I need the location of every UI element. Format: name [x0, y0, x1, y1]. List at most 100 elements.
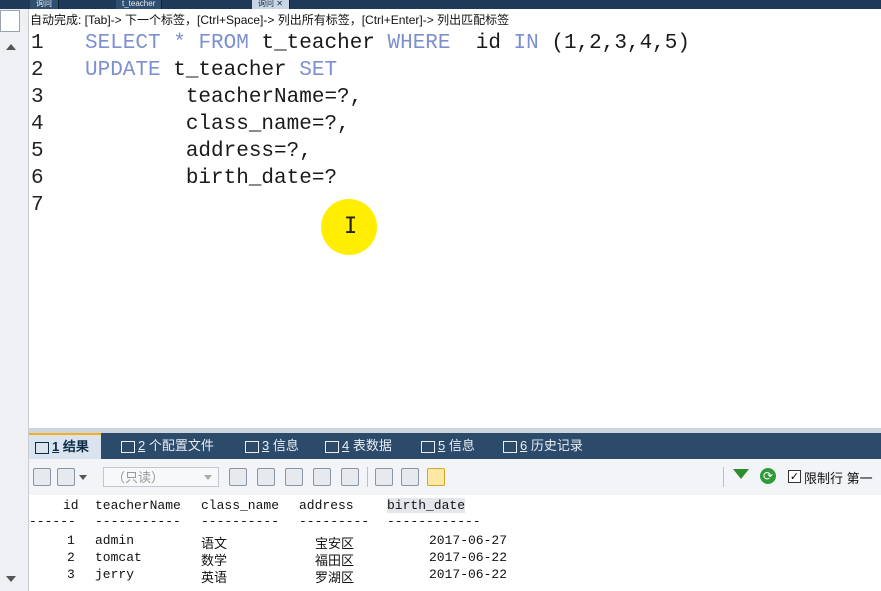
left-panel-edge: [0, 9, 29, 591]
result-tab-3[interactable]: 3 信息: [245, 433, 299, 459]
code-text: SELECT * FROM t_teacher WHERE id IN (1,2…: [85, 30, 690, 57]
tab-label: 询问: [36, 0, 52, 8]
table-cell: 2017-06-22: [429, 550, 508, 565]
result-tab-2[interactable]: 2 个配置文件: [121, 433, 214, 459]
code-token: t_teacher: [160, 59, 300, 82]
sql-keyword: SET: [299, 59, 338, 82]
table-cell: 3: [67, 567, 75, 582]
code-token: birth_date=?: [85, 167, 338, 190]
header-separator: -----------: [95, 514, 181, 529]
sql-keyword: SELECT: [85, 32, 161, 55]
code-text: class_name=?,: [85, 111, 350, 138]
save-icon[interactable]: [285, 468, 303, 486]
column-header: class_name: [201, 498, 280, 513]
table-cell: admin: [95, 533, 135, 548]
line-number: 7: [31, 194, 44, 217]
result-tab-1[interactable]: 1 结果: [29, 433, 101, 459]
result-tab-4[interactable]: 4 表数据: [325, 433, 392, 459]
limit-rows-label: 限制行 第一: [804, 471, 873, 486]
sql-editor[interactable]: 1 SELECT * FROM t_teacher WHERE id IN (1,…: [29, 30, 881, 428]
tab-number: 2: [138, 438, 146, 453]
form-view-icon[interactable]: [401, 468, 419, 486]
filter-icon[interactable]: [733, 469, 749, 479]
chevron-down-icon: [204, 475, 212, 480]
history-icon: [503, 440, 517, 453]
table-cell: 1: [67, 533, 75, 548]
sql-keyword: UPDATE: [85, 59, 161, 82]
tab-t-teacher[interactable]: t_teacher: [116, 0, 163, 9]
code-token: class_name=?,: [85, 113, 350, 136]
result-text-grid[interactable]: id teacherName class_name address birth_date…: [29, 495, 881, 591]
table-cell: 罗湖区: [315, 571, 355, 586]
result-toolbar: （只读） ⟳ ✓ 限制行 第一: [29, 459, 881, 496]
readonly-select[interactable]: （只读）: [103, 467, 219, 487]
readonly-label: （只读）: [112, 470, 165, 485]
tab-number: 4: [342, 438, 350, 453]
tab-label: 信息: [272, 438, 299, 453]
text-cursor-icon: I: [344, 214, 358, 239]
header-separator: ---------: [299, 514, 370, 529]
profile-icon: [121, 440, 135, 453]
code-text: address=?,: [85, 138, 312, 165]
view-mode-dropdown-icon[interactable]: [79, 475, 87, 480]
header-separator: ------: [29, 514, 76, 529]
text-view-icon[interactable]: [427, 468, 445, 486]
first-row-label: 第一: [846, 471, 873, 486]
header-separator: ------------: [387, 514, 481, 529]
result-grid-icon: [35, 441, 49, 454]
line-number: 4: [31, 113, 44, 136]
toolbar-divider: [723, 467, 724, 487]
limit-rows-checkbox[interactable]: ✓: [788, 470, 801, 483]
scroll-up-arrow-icon[interactable]: [6, 44, 16, 50]
tab-label: 表数据: [352, 438, 392, 453]
cancel-changes-icon[interactable]: [341, 468, 359, 486]
tab-label: 结果: [62, 439, 89, 454]
column-header: teacherName: [95, 498, 181, 513]
column-header: id: [63, 498, 79, 513]
autocomplete-hint: 自动完成: [Tab]-> 下一个标签，[Ctrl+Space]-> 列出所有标…: [30, 11, 881, 29]
sql-keyword: IN: [513, 32, 539, 55]
tab-number: 1: [52, 439, 60, 454]
scroll-down-arrow-icon[interactable]: [6, 576, 16, 582]
tab-query-1[interactable]: 询问: [30, 0, 59, 9]
table-cell: jerry: [95, 567, 135, 582]
line-number: 5: [31, 140, 44, 163]
export-icon[interactable]: [33, 468, 51, 486]
line-number: 2: [31, 59, 44, 82]
object-browser-filter-input[interactable]: [0, 10, 20, 32]
code-token: (1,2,3,4,5): [538, 32, 690, 55]
tab-number: 6: [520, 438, 528, 453]
refresh-icon[interactable]: ⟳: [760, 468, 776, 484]
sql-keyword: WHERE: [387, 32, 451, 55]
window-tab-strip: 询问 t_teacher 询问 ✕: [0, 0, 881, 9]
grid-view-icon[interactable]: [375, 468, 393, 486]
delete-icon[interactable]: [313, 468, 331, 486]
add-row-icon[interactable]: [229, 468, 247, 486]
header-separator: ----------: [201, 514, 280, 529]
result-tab-5[interactable]: 5 信息: [421, 433, 475, 459]
tab-query-active[interactable]: 询问 ✕: [252, 0, 290, 9]
table-cell: 2017-06-27: [429, 533, 508, 548]
table-cell: 2017-06-22: [429, 567, 508, 582]
tab-number: 3: [262, 438, 270, 453]
result-tab-6[interactable]: 6 历史记录: [503, 433, 583, 459]
table-cell: tomcat: [95, 550, 142, 565]
column-header: birth_date: [387, 498, 466, 513]
tab-label: 询问: [258, 0, 274, 8]
result-tab-bar: 1 结果 2 个配置文件 3 信息 4 表数据 5 信息 6 历史记录: [29, 433, 881, 459]
code-text: UPDATE t_teacher SET: [85, 57, 337, 84]
view-mode-icon[interactable]: [57, 468, 75, 486]
info-chart-icon: [421, 440, 435, 453]
tab-number: 5: [438, 438, 446, 453]
tab-label: t_teacher: [122, 0, 156, 8]
code-text: birth_date=?: [85, 165, 337, 192]
line-number: 3: [31, 86, 44, 109]
tab-label: 个配置文件: [148, 438, 214, 453]
column-header: address: [299, 498, 354, 513]
line-number: 6: [31, 167, 44, 190]
code-token: teacherName=?,: [85, 86, 363, 109]
tab-label: 信息: [448, 438, 475, 453]
duplicate-row-icon[interactable]: [257, 468, 275, 486]
